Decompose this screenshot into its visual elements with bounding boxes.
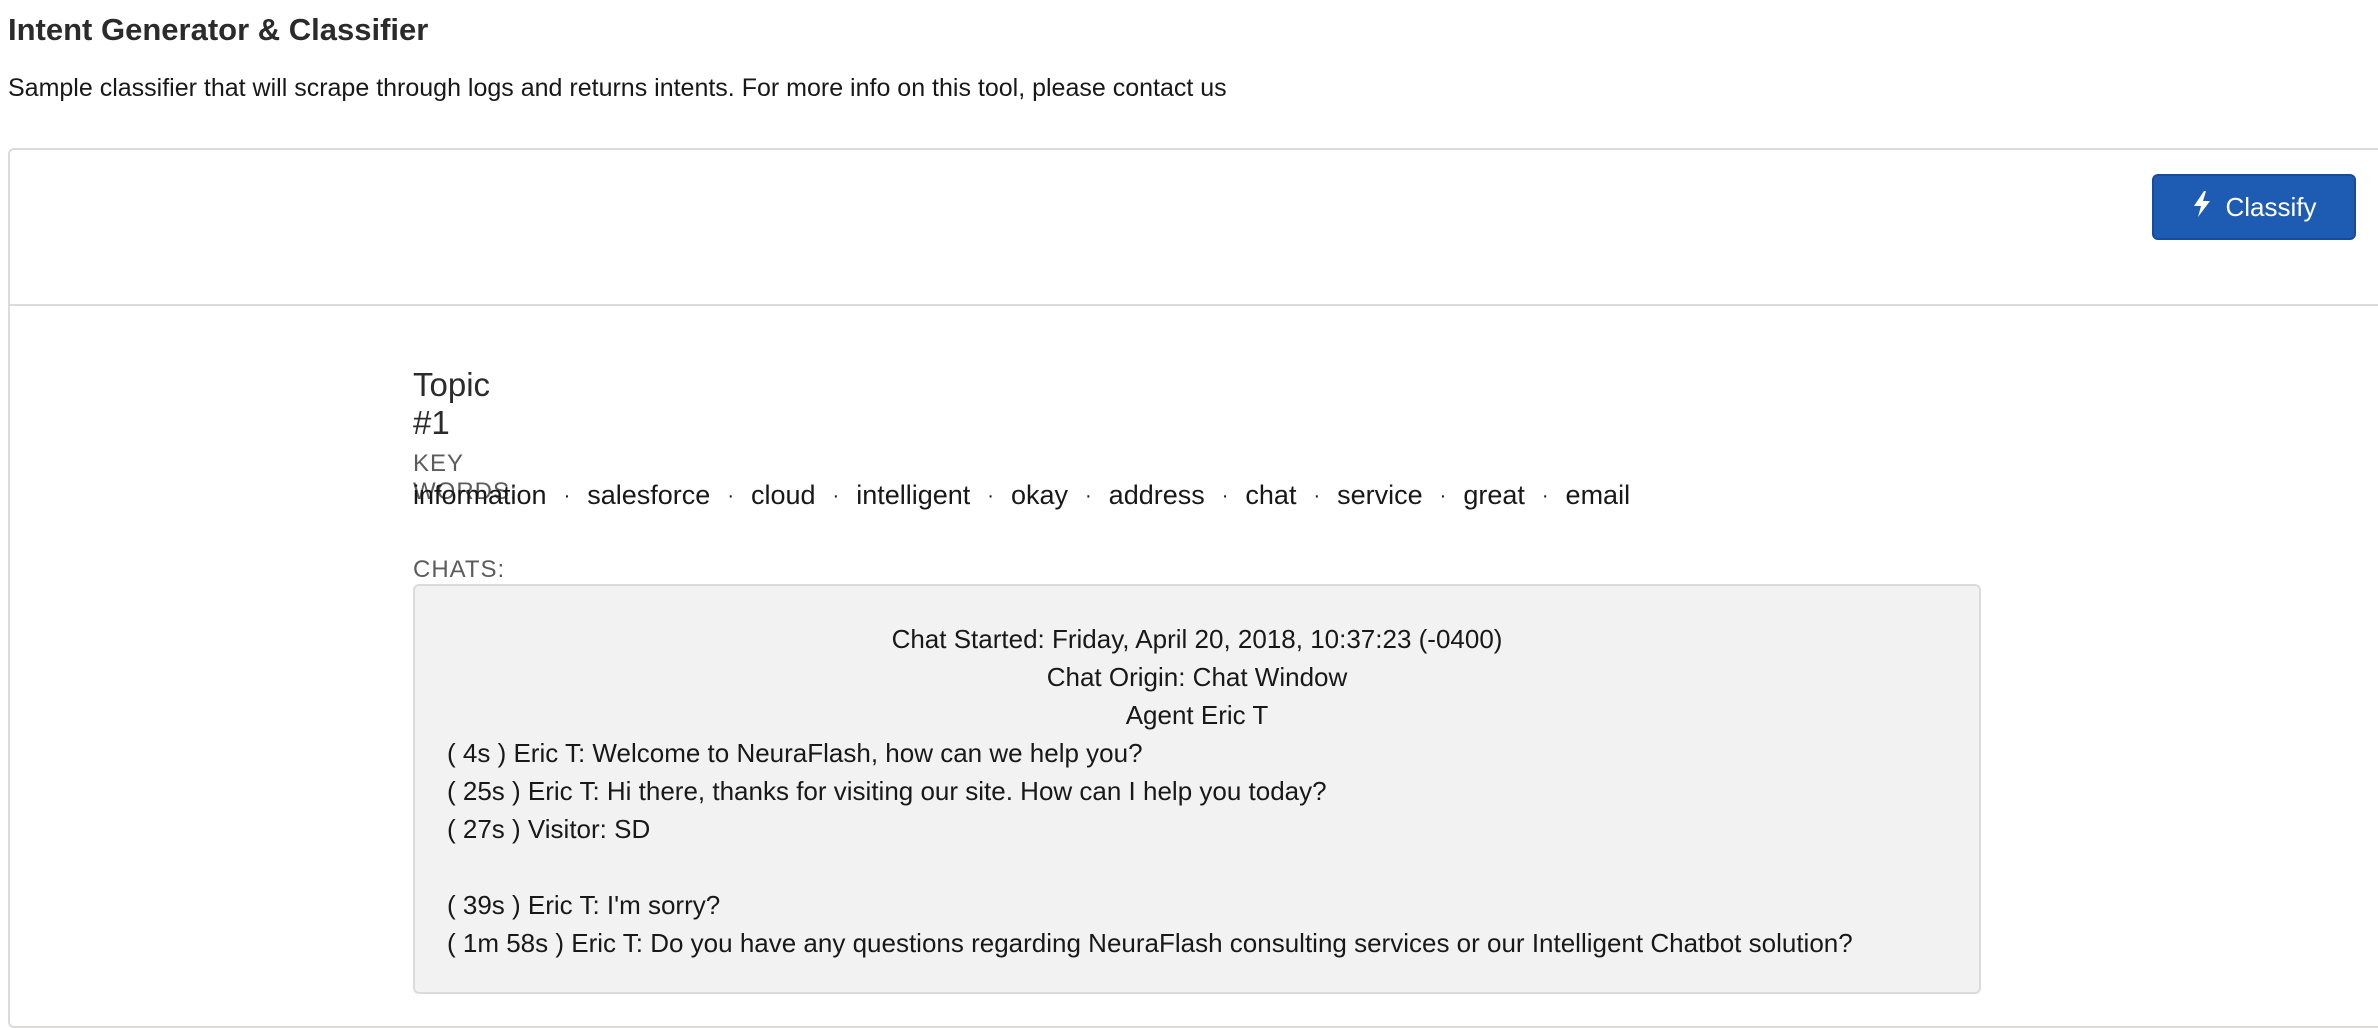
keyword-item: service: [1337, 480, 1423, 510]
chat-message-line: ( 27s ) Visitor: SD: [447, 814, 651, 844]
keyword-item: chat: [1245, 480, 1297, 510]
topic-title: Topic #1: [413, 366, 491, 441]
keyword-separator: ·: [1085, 485, 1092, 508]
chat-message-line: ( 39s ) Eric T: I'm sorry?: [447, 890, 721, 920]
keyword-item: great: [1463, 480, 1525, 510]
keyword-item: address: [1108, 480, 1205, 510]
lightning-bolt-icon: [2191, 190, 2213, 225]
keyword-item: intelligent: [856, 480, 971, 510]
keyword-list: information · salesforce · cloud · intelligent…: [413, 480, 1630, 511]
classify-button-label: Classify: [2225, 191, 2317, 222]
keyword-item: email: [1565, 480, 1631, 510]
chat-message-line: ( 4s ) Eric T: Welcome to NeuraFlash, ho…: [447, 738, 1143, 768]
chat-message-list: ( 4s ) Eric T: Welcome to NeuraFlash, ho…: [447, 734, 1947, 962]
keyword-separator: ·: [832, 485, 840, 508]
chat-message-line: ( 25s ) Eric T: Hi there, thanks for vis…: [447, 776, 1327, 806]
chat-transcript: Chat Started: Friday, April 20, 2018, 10…: [413, 584, 1981, 994]
chat-message-line: ( 1m 58s ) Eric T: Do you have any quest…: [447, 928, 1853, 958]
keyword-separator: ·: [727, 485, 734, 508]
page-title: Intent Generator & Classifier: [8, 12, 429, 47]
keyword-item: salesforce: [587, 480, 711, 510]
classify-button[interactable]: Classify: [2152, 174, 2356, 240]
page-description: Sample classifier that will scrape throu…: [8, 74, 1227, 102]
keyword-separator: ·: [987, 485, 994, 508]
chat-blank-line: [447, 848, 1947, 886]
keyword-separator: ·: [1541, 485, 1549, 508]
keyword-item: cloud: [750, 480, 816, 510]
keyword-separator: ·: [1221, 485, 1229, 508]
keyword-item: okay: [1010, 480, 1068, 510]
chat-started-line: Chat Started: Friday, April 20, 2018, 10…: [891, 624, 1503, 654]
card-header: Classify: [10, 150, 2378, 306]
chats-label: CHATS:: [413, 556, 506, 583]
keyword-item: information: [413, 480, 547, 510]
chat-agent-line: Agent Eric T: [1125, 700, 1269, 730]
keyword-separator: ·: [563, 485, 571, 508]
keyword-separator: ·: [1313, 485, 1321, 508]
chat-origin-line: Chat Origin: Chat Window: [1046, 662, 1348, 692]
keyword-separator: ·: [1439, 485, 1447, 508]
